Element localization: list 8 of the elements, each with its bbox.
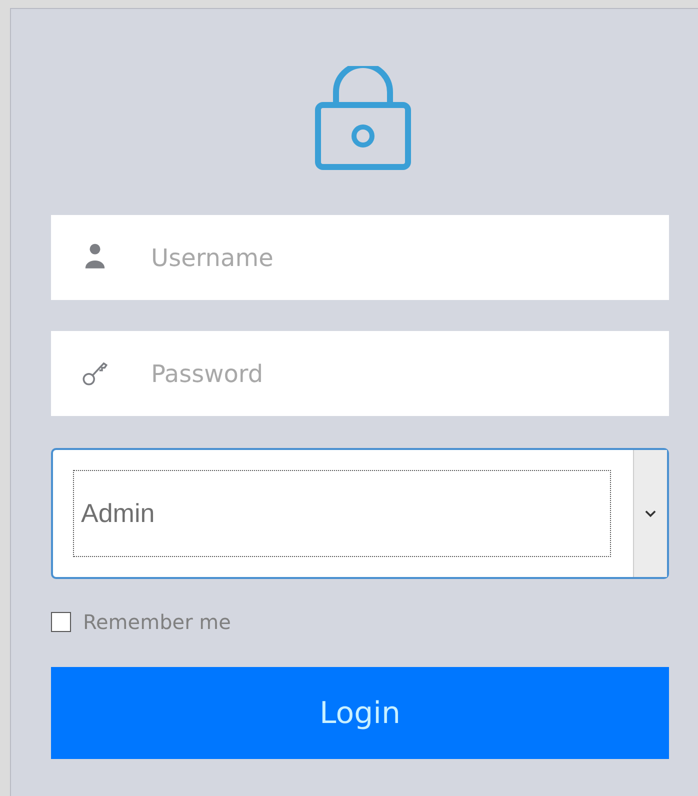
remember-label: Remember me	[83, 610, 231, 634]
input-field[interactable]: Username	[51, 215, 669, 300]
input-field[interactable]: Password	[51, 331, 669, 416]
checkbox[interactable]	[51, 612, 71, 632]
login-button[interactable]: Login	[51, 667, 669, 759]
role-select[interactable]: Admin	[51, 448, 669, 579]
lock-icon	[315, 66, 411, 170]
caret-icon	[645, 510, 656, 518]
